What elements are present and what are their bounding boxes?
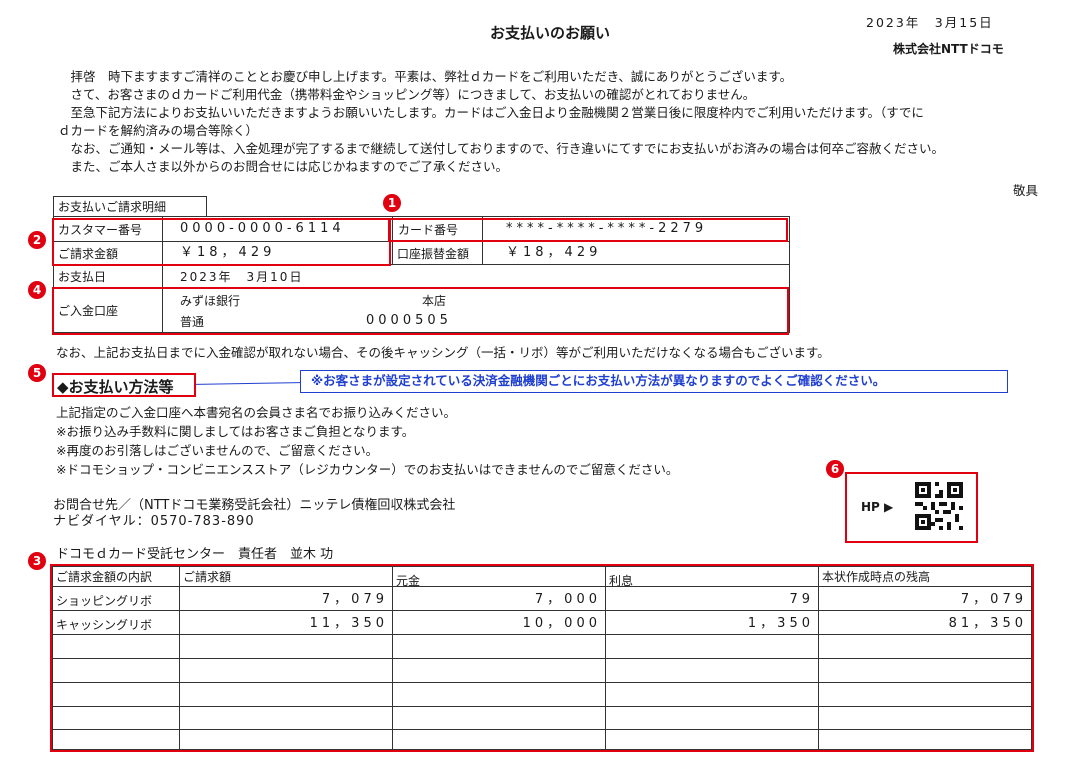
- method-line: ※ドコモショップ・コンビニエンスストア（レジカウンター）でのお支払いはできません…: [56, 462, 679, 477]
- center-name: ドコモｄカード受託センター 責任者 並木 功: [56, 547, 334, 562]
- body-line: なお、ご通知・メール等は、入金処理が完了するまで継続して送付しておりますので、行…: [58, 141, 945, 156]
- badge-1: 1: [383, 194, 401, 212]
- contact-line-1: お問合せ先／（NTTドコモ業務受託会社）ニッテレ債権回収株式会社: [53, 498, 456, 513]
- body-line: さて、お客さまのｄカードご利用代金（携帯料金やショッピング等）につきまして、お支…: [58, 87, 756, 102]
- detail-tab-label: お支払いご請求明細: [53, 196, 207, 216]
- hp-label: HP ▶: [861, 500, 894, 514]
- badge-6: 6: [826, 460, 844, 478]
- badge-4: 4: [28, 281, 46, 299]
- transfer-amount-value: ￥18，429: [506, 245, 602, 260]
- closing-word: 敬具: [1013, 183, 1039, 198]
- badge-3: 3: [28, 552, 46, 570]
- method-line: ※再度のお引落しはございませんので、ご留意ください。: [56, 443, 379, 458]
- highlight-card-number: [388, 218, 788, 242]
- body-line: 拝啓 時下ますますご清祥のこととお慶び申し上げます。平素は、弊社ｄカードをご利用…: [58, 69, 793, 84]
- highlight-customer-billing: [52, 218, 391, 266]
- body-line: ｄカードを解約済みの場合等除く）: [58, 123, 259, 138]
- payment-method-note: ※お客さまが設定されている決済金融機関ごとにお支払い方法が異なりますのでよくご確…: [300, 370, 1008, 393]
- company-name: 株式会社NTTドコモ: [893, 42, 1004, 56]
- badge-2: 2: [28, 231, 46, 249]
- document-title: お支払いのお願い: [490, 24, 611, 42]
- issue-date: 2023年 3月15日: [866, 15, 994, 30]
- badge-5: 5: [28, 364, 46, 382]
- body-line: また、ご本人さま以外からのお問合せには応じかねますのでご了承ください。: [58, 159, 509, 174]
- highlight-breakdown-table: [50, 564, 1034, 752]
- payment-method-heading: ◆お支払い方法等: [57, 378, 174, 396]
- method-line: 上記指定のご入金口座へ本書宛名の会員さま名でお振り込みください。: [56, 405, 457, 420]
- callout-connector: [195, 382, 301, 385]
- due-date-label: お支払日: [58, 270, 107, 284]
- letter-body: 拝啓 時下ますますご清祥のこととお慶び申し上げます。平素は、弊社ｄカードをご利用…: [58, 68, 944, 176]
- payment-method-lines: 上記指定のご入金口座へ本書宛名の会員さま名でお振り込みください。 ※お振り込み手…: [56, 403, 678, 479]
- notice-text: なお、上記お支払日までに入金確認が取れない場合、その後キャッシング（一括・リボ）…: [56, 345, 830, 360]
- body-line: 至急下記方法によりお支払いいただきますようお願いいたします。カードはご入金日より…: [58, 105, 924, 120]
- due-date-value: 2023年 3月10日: [180, 270, 304, 284]
- navi-dial: ナビダイヤル：0570-783-890: [53, 514, 255, 529]
- qr-code-icon[interactable]: [915, 482, 963, 530]
- highlight-deposit-account: [52, 287, 789, 335]
- transfer-amount-label: 口座振替金額: [397, 247, 470, 261]
- method-line: ※お振り込み手数料に関しましてはお客さまご負担となります。: [56, 424, 415, 439]
